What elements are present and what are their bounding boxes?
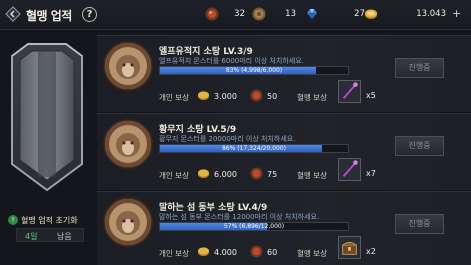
bloodstone-count: 32: [234, 9, 245, 19]
quest-description: 엘프유적지 몬스터를 6000마리 이상 처치하세요.: [159, 57, 304, 65]
orb-reward-value: 50: [267, 92, 278, 101]
bloodstone-currency: 32: [205, 7, 245, 23]
quest-row-1: 엘프유적지 소탕 LV.3/9 엘프유적지 몬스터를 6000마리 이상 처치하…: [97, 35, 471, 113]
help-icon[interactable]: ?: [82, 7, 97, 22]
treasure-chest-icon[interactable]: [338, 236, 361, 259]
quest-row-3: 말하는 섬 동부 소탕 LV.4/9 말하는 섬 동부 몬스터를 12000마리…: [97, 191, 471, 265]
gold-coin-icon: [197, 91, 210, 101]
page-title: 혈맹 업적: [26, 9, 72, 23]
top-bar: 혈맹 업적 ? 32 13 27 + 13.043 +: [0, 0, 471, 30]
quest-description: 황무지 몬스터를 20000마리 이상 처치하세요.: [159, 135, 296, 143]
lion-medallion-icon: [103, 41, 153, 91]
personal-reward-label: 개인 보상: [159, 93, 189, 102]
quest-progress-bar: 57% (6,896/12,000): [159, 222, 349, 231]
in-progress-button[interactable]: 진행중: [395, 214, 444, 234]
gold-coin-icon: [197, 247, 210, 257]
progress-text: 57% (6,896/12,000): [223, 223, 285, 230]
info-icon: !: [8, 215, 18, 225]
orb-reward-value: 60: [267, 248, 278, 257]
medal-count: 13: [285, 9, 296, 19]
quest-progress-bar: 86% (17,324/20,000): [159, 144, 349, 153]
clan-reward-label: 혈맹 보상: [297, 249, 327, 258]
in-progress-button[interactable]: 진행중: [395, 136, 444, 156]
progress-text: 86% (17,324/20,000): [222, 145, 286, 152]
gold-coin-icon: [365, 9, 377, 19]
adena-currency: 13.043 +: [364, 7, 464, 23]
add-adena-button[interactable]: +: [452, 7, 461, 20]
item-count: x7: [366, 169, 376, 178]
red-orb-icon: [205, 7, 219, 21]
blue-gem-icon: [307, 9, 317, 19]
coin-reward-value: 6.000: [214, 170, 237, 179]
remaining-time: 4일 남음: [16, 228, 84, 242]
bronze-medal-icon: [252, 7, 266, 21]
reset-label: 혈맹 업적 초기화: [21, 216, 78, 225]
back-icon[interactable]: [4, 5, 22, 23]
quest-progress-bar: 83% (4,998/6,000): [159, 66, 349, 75]
gold-coin-icon: [197, 169, 210, 179]
coin-reward-value: 3.000: [214, 92, 237, 101]
clan-shield-emblem: [11, 43, 83, 192]
quest-description: 말하는 섬 동부 몬스터를 12000마리 이상 처치하세요.: [159, 213, 320, 221]
personal-reward-label: 개인 보상: [159, 249, 189, 258]
staff-icon[interactable]: [338, 158, 361, 181]
in-progress-button[interactable]: 진행중: [395, 58, 444, 78]
orb-reward-value: 75: [267, 170, 278, 179]
red-orb-icon: [250, 89, 263, 102]
diamond-count: 27: [354, 9, 365, 19]
red-orb-icon: [250, 167, 263, 180]
adena-count: 13.043: [416, 9, 446, 19]
personal-reward-label: 개인 보상: [159, 171, 189, 180]
progress-text: 83% (4,998/6,000): [225, 67, 283, 74]
medal-currency: 13: [252, 7, 296, 23]
clan-reward-label: 혈맹 보상: [297, 171, 327, 180]
item-count: x5: [366, 91, 376, 100]
lion-medallion-icon: [103, 197, 153, 247]
remaining-days: 4일: [25, 232, 38, 241]
clan-banner-panel: ! 혈맹 업적 초기화 4일 남음: [0, 30, 92, 265]
item-count: x2: [366, 247, 376, 256]
coin-reward-value: 4.000: [214, 248, 237, 257]
achievement-reset-info: ! 혈맹 업적 초기화: [8, 215, 93, 227]
quest-row-2: 황무지 소탕 LV.5/9 황무지 몬스터를 20000마리 이상 처치하세요.…: [97, 113, 471, 191]
lion-medallion-icon: [103, 119, 153, 169]
clan-reward-label: 혈맹 보상: [297, 93, 327, 102]
staff-icon[interactable]: [338, 80, 361, 103]
remaining-label: 남음: [57, 232, 72, 241]
red-orb-icon: [250, 245, 263, 258]
